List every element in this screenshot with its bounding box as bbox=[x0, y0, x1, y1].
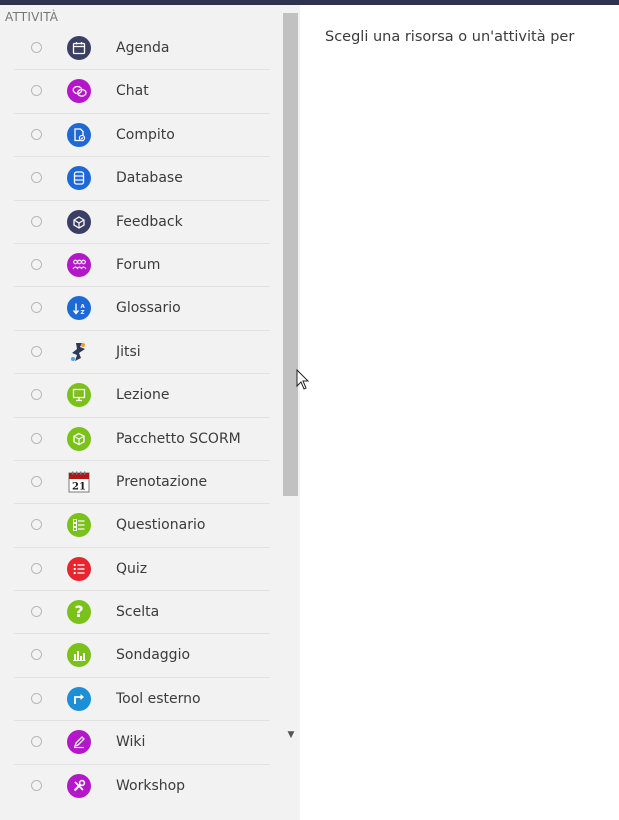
activity-radio[interactable] bbox=[31, 519, 42, 531]
scroll-down-arrow-icon[interactable]: ▼ bbox=[285, 730, 297, 740]
activity-radio[interactable] bbox=[31, 258, 42, 270]
activity-label: Wiki bbox=[116, 734, 146, 751]
activity-radio[interactable] bbox=[31, 128, 42, 140]
activity-item-lezione[interactable]: Lezione bbox=[0, 374, 284, 418]
activity-list: Agenda Chat Compito Database Feedback Forum A Z… bbox=[0, 27, 284, 808]
section-title: ATTIVITÀ bbox=[5, 10, 59, 24]
activity-item-feedback[interactable]: Feedback bbox=[0, 201, 284, 245]
activity-item-jitsi[interactable]: Jitsi bbox=[0, 331, 284, 375]
bar-chart-icon bbox=[67, 643, 91, 668]
activity-label: Database bbox=[116, 170, 183, 187]
activity-radio[interactable] bbox=[31, 562, 42, 574]
activity-radio[interactable] bbox=[31, 85, 42, 97]
activity-radio[interactable] bbox=[31, 42, 42, 53]
activity-label: Workshop bbox=[116, 777, 186, 794]
activity-label: Sondaggio bbox=[116, 647, 191, 664]
chat-bubbles-icon bbox=[67, 79, 91, 104]
activity-radio[interactable] bbox=[31, 215, 42, 227]
activity-radio[interactable] bbox=[31, 779, 42, 791]
activity-item-database[interactable]: Database bbox=[0, 157, 284, 201]
activity-radio[interactable] bbox=[31, 606, 42, 618]
calendar-page-icon: 21 bbox=[67, 470, 91, 494]
activity-item-chat[interactable]: Chat bbox=[0, 70, 284, 115]
scrollbar-thumb[interactable] bbox=[283, 13, 298, 496]
glossary-sort-icon: AZ bbox=[67, 296, 91, 321]
activity-label: Glossario bbox=[116, 300, 181, 317]
activity-item-agenda[interactable]: Agenda bbox=[0, 27, 284, 71]
activity-item-forum[interactable]: Forum bbox=[0, 244, 284, 288]
activity-item-compito[interactable]: Compito bbox=[0, 114, 284, 158]
activity-radio[interactable] bbox=[31, 389, 42, 401]
lesson-board-icon bbox=[67, 383, 91, 408]
activity-item-glossario[interactable]: A Z Glossario bbox=[0, 287, 284, 332]
forum-people-icon bbox=[67, 252, 91, 277]
quiz-list-icon bbox=[67, 556, 91, 581]
activity-radio[interactable] bbox=[31, 432, 42, 444]
database-icon bbox=[67, 166, 91, 191]
activity-item-pacchetto-scorm[interactable]: Pacchetto SCORM bbox=[0, 418, 284, 462]
activity-label: Feedback bbox=[116, 213, 183, 230]
activity-radio[interactable] bbox=[31, 649, 42, 661]
activity-item-prenotazione[interactable]: 21 Prenotazione bbox=[0, 461, 284, 505]
activity-label: Tool esterno bbox=[116, 690, 201, 707]
activity-item-scelta[interactable]: ? Scelta bbox=[0, 591, 284, 635]
activity-radio[interactable] bbox=[31, 172, 42, 184]
activity-chooser-panel: ATTIVITÀ Agenda Chat Compito Database Feedba… bbox=[0, 5, 300, 820]
mouse-cursor-icon bbox=[296, 369, 310, 390]
scorm-package-icon bbox=[67, 426, 91, 451]
wiki-pen-icon bbox=[67, 730, 91, 755]
chooser-description: Scegli una risorsa o un'attività per bbox=[325, 29, 575, 45]
questionnaire-list-icon bbox=[67, 513, 91, 538]
activity-item-quiz[interactable]: Quiz bbox=[0, 548, 284, 592]
activity-radio[interactable] bbox=[31, 692, 42, 704]
external-tool-icon bbox=[67, 686, 91, 711]
activity-item-sondaggio[interactable]: Sondaggio bbox=[0, 634, 284, 679]
jitsi-logo-icon bbox=[67, 340, 91, 364]
activity-label: Chat bbox=[116, 83, 149, 100]
activity-label: Prenotazione bbox=[116, 473, 208, 490]
activity-label: Agenda bbox=[116, 40, 170, 56]
question-mark-icon: ? bbox=[67, 600, 91, 625]
activity-radio[interactable] bbox=[31, 302, 42, 314]
activity-item-tool-esterno[interactable]: Tool esterno bbox=[0, 678, 284, 722]
activity-item-questionario[interactable]: Questionario bbox=[0, 504, 284, 549]
activity-radio[interactable] bbox=[31, 475, 42, 487]
activity-radio[interactable] bbox=[31, 345, 42, 357]
activity-label: Quiz bbox=[116, 560, 148, 577]
svg-text:Z: Z bbox=[80, 310, 84, 315]
calendar-date-number: 21 bbox=[72, 481, 86, 492]
activity-item-workshop[interactable]: Workshop bbox=[0, 765, 284, 808]
assignment-icon bbox=[67, 122, 91, 147]
activity-label: Lezione bbox=[116, 387, 170, 404]
activity-radio[interactable] bbox=[31, 736, 42, 748]
activity-item-wiki[interactable]: Wiki bbox=[0, 721, 284, 766]
activity-label: Forum bbox=[116, 256, 161, 273]
workshop-tools-icon bbox=[67, 773, 91, 798]
feedback-box-icon bbox=[67, 209, 91, 234]
activity-label: Jitsi bbox=[116, 343, 141, 360]
activity-label: Compito bbox=[116, 126, 175, 143]
activity-label: Questionario bbox=[116, 517, 206, 534]
activity-label: Scelta bbox=[116, 604, 160, 621]
activity-label: Pacchetto SCORM bbox=[116, 430, 241, 447]
calendar-icon bbox=[67, 36, 91, 60]
